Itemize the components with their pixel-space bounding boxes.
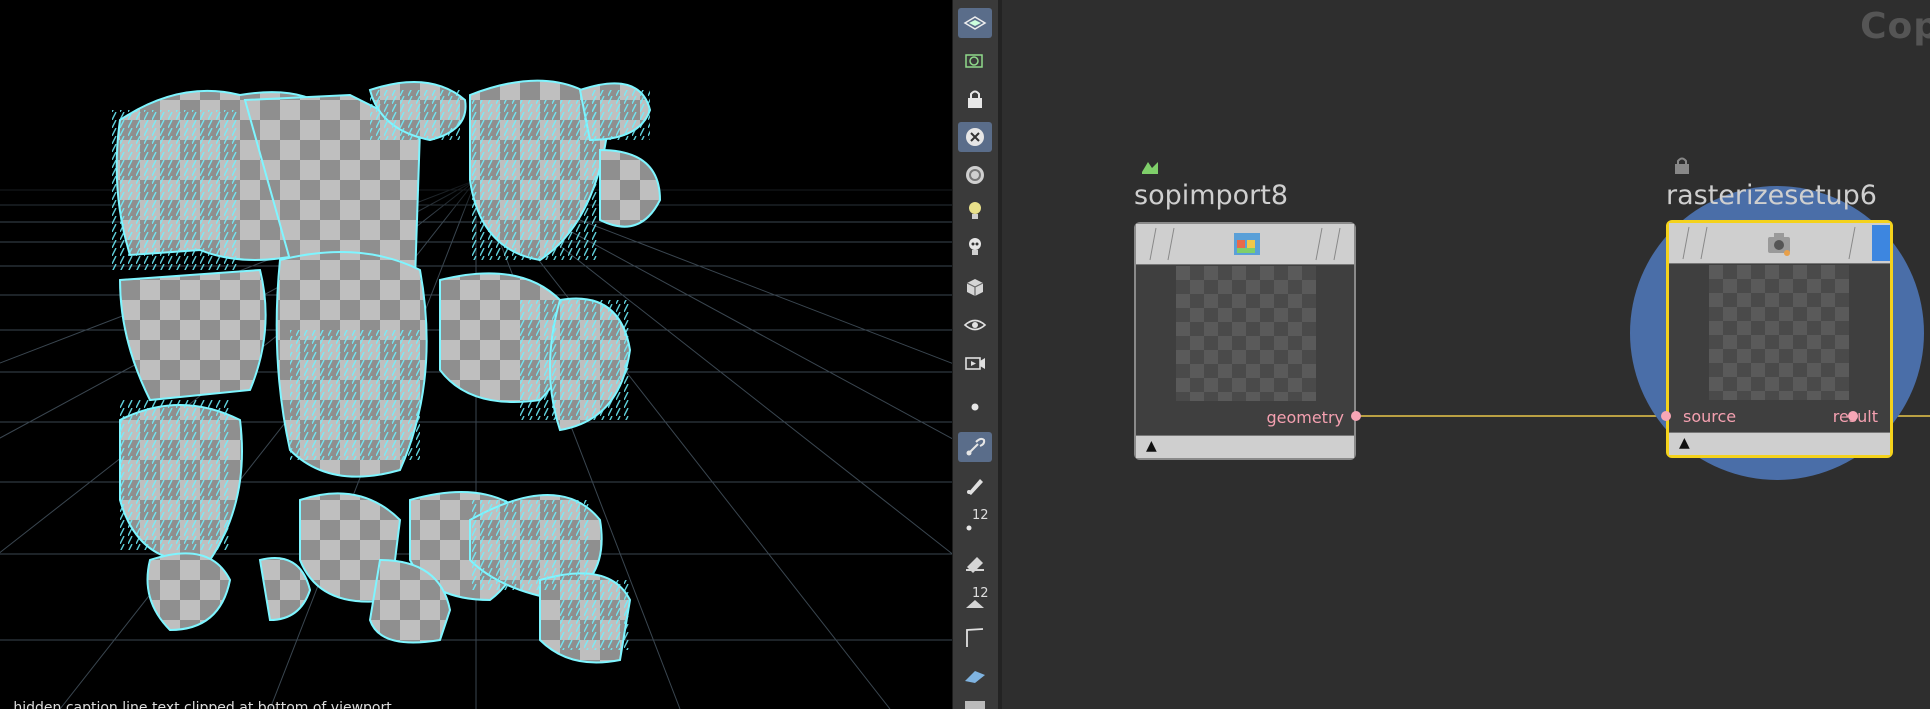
viewport-caption: ...hidden caption line text clipped at b… (0, 701, 406, 709)
camera-eye-icon (963, 319, 987, 331)
node-header (1669, 223, 1890, 264)
output-port-result[interactable] (1848, 411, 1858, 421)
more-tools-button[interactable] (958, 698, 992, 709)
prim-number-button[interactable]: 12 (958, 584, 992, 614)
geometry-cube-button[interactable] (958, 272, 992, 302)
output-port-geometry[interactable] (1351, 411, 1361, 421)
node-sopimport8[interactable]: geometry ▲ (1134, 222, 1356, 460)
plane-button[interactable] (958, 660, 992, 690)
shading-sphere-icon (966, 166, 984, 184)
brush-icon (966, 437, 986, 456)
close-x-icon (966, 128, 984, 146)
node-footer: ▲ (1136, 435, 1354, 458)
light-bulb-button[interactable] (958, 196, 992, 226)
light-bulb-skull-button[interactable] (958, 232, 992, 262)
pen-icon (967, 479, 983, 495)
point-number-label: 12 (972, 508, 989, 523)
camera-play-icon (965, 357, 985, 370)
angle-button[interactable] (958, 622, 992, 652)
import-flag-icon (1140, 156, 1160, 176)
more-tools-icon (965, 700, 985, 709)
input-port-source[interactable] (1661, 411, 1671, 421)
input-label-source: source (1683, 407, 1737, 426)
viewport-3d[interactable]: ...hidden caption line text clipped at b… (0, 0, 952, 709)
node-preview (1709, 265, 1849, 400)
rasterize-camera-icon (1764, 227, 1796, 259)
display-options-icon (963, 16, 987, 30)
node-footer: ▲ (1669, 432, 1890, 455)
lock-badge-icon (1672, 154, 1692, 176)
shading-sphere-button[interactable] (958, 160, 992, 190)
output-label-geometry: geometry (1266, 408, 1344, 427)
lock-icon (968, 90, 982, 108)
camera-eye-button[interactable] (958, 310, 992, 340)
display-options-button[interactable] (958, 8, 992, 38)
uv-view-button[interactable] (958, 46, 992, 76)
node-name-rasterizesetup6: rasterizesetup6 (1666, 180, 1877, 211)
node-rasterizesetup6[interactable]: source result ▲ (1666, 220, 1893, 458)
light-bulb-icon (969, 202, 981, 219)
uv-view-icon (965, 54, 983, 68)
point-number-button[interactable]: 12 (958, 506, 992, 536)
node-preview (1176, 266, 1316, 401)
node-header (1136, 224, 1354, 265)
light-bulb-skull-icon (969, 238, 981, 255)
brush-button[interactable] (958, 432, 992, 462)
network-editor[interactable]: Cop sopimport8 geometry ▲ rasterizesetup… (1002, 0, 1930, 709)
prim-number-label: 12 (972, 586, 989, 601)
angle-icon (966, 628, 984, 647)
plane-icon (965, 671, 985, 683)
viewport-toolbar: 12 12 (952, 0, 1000, 709)
sop-import-icon (1231, 228, 1263, 260)
point-icon (971, 403, 979, 411)
camera-play-button[interactable] (958, 348, 992, 378)
paint-bucket-icon (966, 557, 984, 573)
expand-triangle-icon[interactable]: ▲ (1679, 435, 1690, 451)
expand-triangle-icon[interactable]: ▲ (1146, 438, 1157, 454)
paint-bucket-button[interactable] (958, 546, 992, 576)
close-x-button[interactable] (958, 122, 992, 152)
viewport-scene (0, 79, 952, 709)
point-button[interactable] (958, 392, 992, 422)
pen-button[interactable] (958, 470, 992, 500)
geometry-cube-icon (966, 279, 984, 296)
lock-button[interactable] (958, 84, 992, 114)
node-name-sopimport8: sopimport8 (1134, 180, 1289, 211)
